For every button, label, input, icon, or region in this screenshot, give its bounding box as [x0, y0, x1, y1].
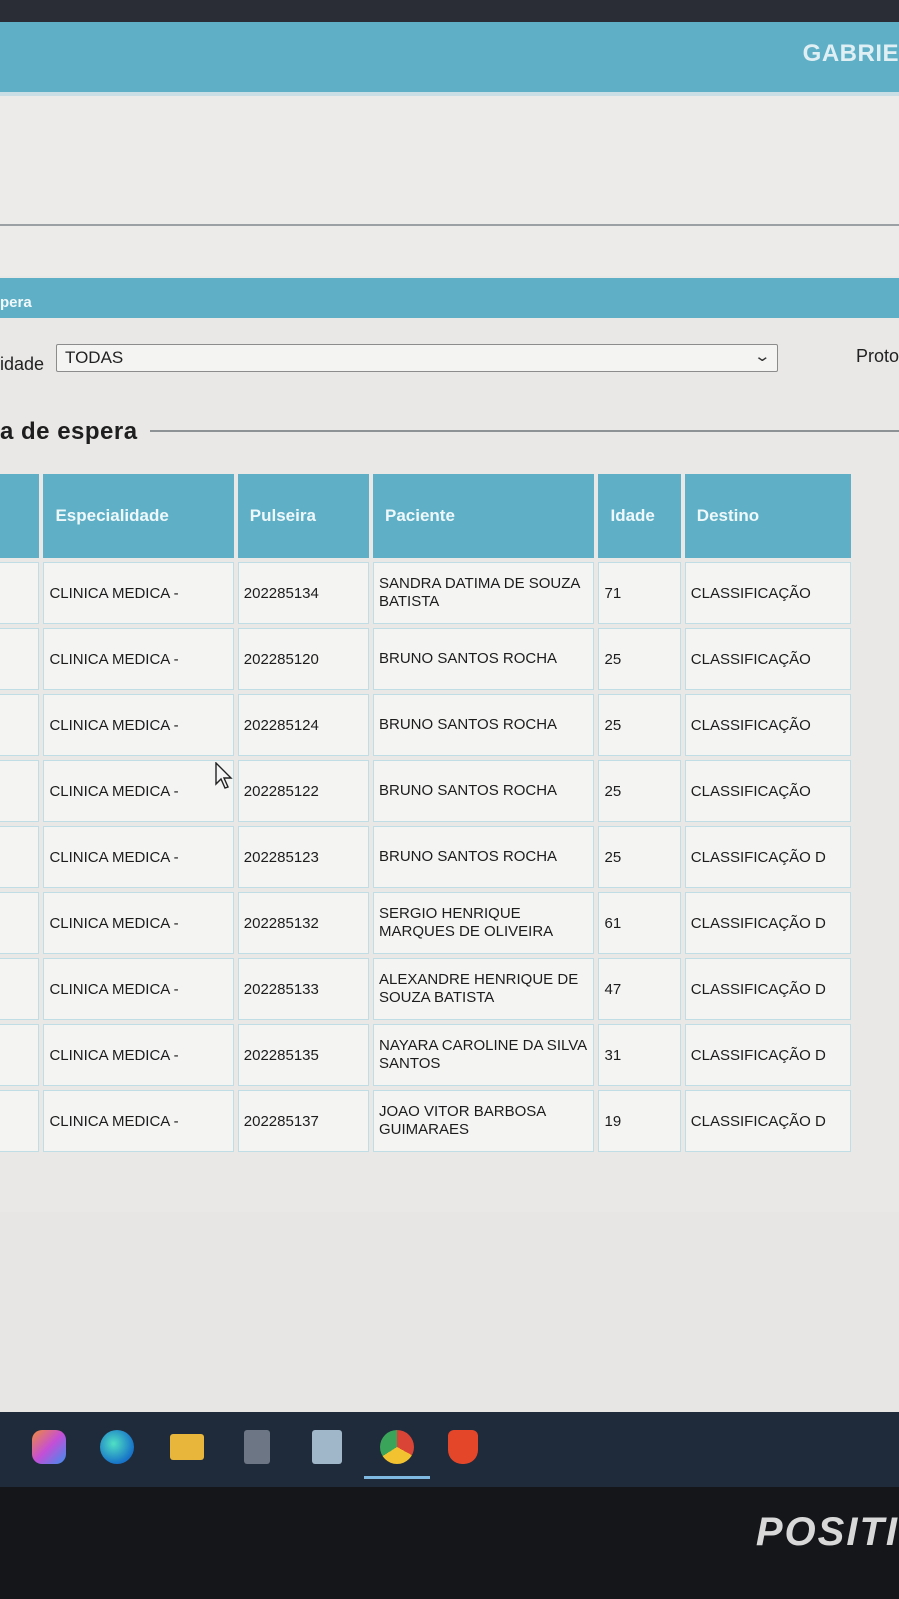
section-title: pera [0, 294, 32, 311]
specialty-cell: CLINICA MEDICA - [43, 826, 234, 888]
specialty-select-value: TODAS [65, 348, 124, 367]
code-cell [0, 1024, 40, 1086]
age-cell: 47 [598, 958, 681, 1020]
table-row[interactable]: CLINICA MEDICA - 202285124 BRUNO SANTOS … [0, 694, 851, 756]
patient-cell: JOAO VITOR BARBOSA GUIMARAES [372, 1090, 595, 1152]
edge-icon[interactable] [100, 1430, 134, 1464]
specialty-cell: CLINICA MEDICA - [43, 1090, 234, 1152]
column-header-age[interactable]: Idade [598, 474, 681, 558]
table-row[interactable]: CLINICA MEDICA - 202285123 BRUNO SANTOS … [0, 826, 851, 888]
patient-cell: SERGIO HENRIQUE MARQUES DE OLIVEIRA [372, 892, 595, 954]
code-cell [0, 892, 40, 954]
wristband-cell: 202285124 [237, 694, 369, 756]
patient-cell: ALEXANDRE HENRIQUE DE SOUZA BATISTA [372, 958, 595, 1020]
empty-area [0, 1212, 899, 1412]
waiting-list-title: a de espera [0, 418, 138, 445]
specialty-cell: CLINICA MEDICA - [43, 694, 234, 756]
column-header-wristband[interactable]: Pulseira [237, 474, 369, 558]
destination-cell: CLASSIFICAÇÃO [684, 562, 851, 624]
age-cell: 25 [598, 760, 681, 822]
wristband-cell: 202285122 [237, 760, 369, 822]
code-cell [0, 760, 40, 822]
patient-cell: BRUNO SANTOS ROCHA [372, 628, 595, 690]
wristband-cell: 202285120 [237, 628, 369, 690]
screen: GABRIE pera idade TODAS ⌄ Proto a de esp… [0, 22, 899, 1412]
code-cell [0, 562, 40, 624]
notepad-icon[interactable] [312, 1430, 342, 1464]
monitor-brand-logo: POSITI [755, 1510, 899, 1554]
code-cell [0, 826, 40, 888]
specialty-cell: CLINICA MEDICA - [43, 1024, 234, 1086]
wristband-cell: 202285123 [237, 826, 369, 888]
waiting-list-table: co Especialidade Pulseira Paciente Idade… [0, 470, 855, 1156]
column-header-code[interactable]: co [0, 474, 40, 558]
calculator-icon[interactable] [244, 1430, 270, 1464]
age-cell: 25 [598, 628, 681, 690]
wristband-cell: 202285133 [237, 958, 369, 1020]
taskbar [0, 1412, 899, 1487]
brave-icon[interactable] [448, 1430, 478, 1464]
table-row[interactable]: CLINICA MEDICA - 202285122 BRUNO SANTOS … [0, 760, 851, 822]
column-header-destination[interactable]: Destino [684, 474, 851, 558]
code-cell [0, 958, 40, 1020]
age-cell: 61 [598, 892, 681, 954]
column-header-specialty[interactable]: Especialidade [43, 474, 234, 558]
user-name[interactable]: GABRIE [803, 40, 899, 68]
code-cell [0, 694, 40, 756]
destination-cell: CLASSIFICAÇÃO [684, 760, 851, 822]
destination-cell: CLASSIFICAÇÃO D [684, 1024, 851, 1086]
table-header-row: co Especialidade Pulseira Paciente Idade… [0, 474, 851, 558]
specialty-cell: CLINICA MEDICA - [43, 628, 234, 690]
wristband-cell: 202285137 [237, 1090, 369, 1152]
patient-cell: BRUNO SANTOS ROCHA [372, 694, 595, 756]
wristband-cell: 202285135 [237, 1024, 369, 1086]
age-cell: 25 [598, 826, 681, 888]
specialty-cell: CLINICA MEDICA - [43, 760, 234, 822]
table-row[interactable]: CLINICA MEDICA - 202285120 BRUNO SANTOS … [0, 628, 851, 690]
specialty-cell: CLINICA MEDICA - [43, 958, 234, 1020]
specialty-cell: CLINICA MEDICA - [43, 562, 234, 624]
table-row[interactable]: CLINICA MEDICA - 202285133 ALEXANDRE HEN… [0, 958, 851, 1020]
wristband-cell: 202285134 [237, 562, 369, 624]
destination-cell: CLASSIFICAÇÃO D [684, 958, 851, 1020]
chrome-icon[interactable] [380, 1430, 414, 1464]
app-header: GABRIE [0, 22, 899, 92]
patient-cell: BRUNO SANTOS ROCHA [372, 760, 595, 822]
age-cell: 19 [598, 1090, 681, 1152]
top-bezel [0, 0, 899, 22]
code-cell [0, 1090, 40, 1152]
destination-cell: CLASSIFICAÇÃO [684, 628, 851, 690]
table-row[interactable]: CLINICA MEDICA - 202285132 SERGIO HENRIQ… [0, 892, 851, 954]
table-row[interactable]: CLINICA MEDICA - 202285135 NAYARA CAROLI… [0, 1024, 851, 1086]
column-header-patient[interactable]: Paciente [372, 474, 595, 558]
age-cell: 25 [598, 694, 681, 756]
top-panel [0, 96, 899, 276]
section-header [0, 278, 899, 318]
file-explorer-icon[interactable] [170, 1434, 204, 1460]
chevron-down-icon: ⌄ [753, 348, 772, 365]
specialty-cell: CLINICA MEDICA - [43, 892, 234, 954]
table-row[interactable]: CLINICA MEDICA - 202285134 SANDRA DATIMA… [0, 562, 851, 624]
specialty-filter-label: idade [0, 354, 45, 374]
table-row[interactable]: CLINICA MEDICA - 202285137 JOAO VITOR BA… [0, 1090, 851, 1152]
destination-cell: CLASSIFICAÇÃO D [684, 1090, 851, 1152]
copilot-icon[interactable] [32, 1430, 66, 1464]
protocol-label: Proto [855, 346, 899, 366]
patient-cell: NAYARA CAROLINE DA SILVA SANTOS [372, 1024, 595, 1086]
age-cell: 71 [598, 562, 681, 624]
specialty-select[interactable]: TODAS ⌄ [56, 344, 778, 372]
destination-cell: CLASSIFICAÇÃO D [684, 826, 851, 888]
destination-cell: CLASSIFICAÇÃO D [684, 892, 851, 954]
fieldset-divider [150, 430, 899, 432]
age-cell: 31 [598, 1024, 681, 1086]
patient-cell: BRUNO SANTOS ROCHA [372, 826, 595, 888]
divider [0, 224, 899, 226]
patient-cell: SANDRA DATIMA DE SOUZA BATISTA [372, 562, 595, 624]
mouse-cursor-icon [215, 762, 233, 789]
code-cell [0, 628, 40, 690]
wristband-cell: 202285132 [237, 892, 369, 954]
destination-cell: CLASSIFICAÇÃO [684, 694, 851, 756]
active-app-indicator [364, 1476, 430, 1479]
